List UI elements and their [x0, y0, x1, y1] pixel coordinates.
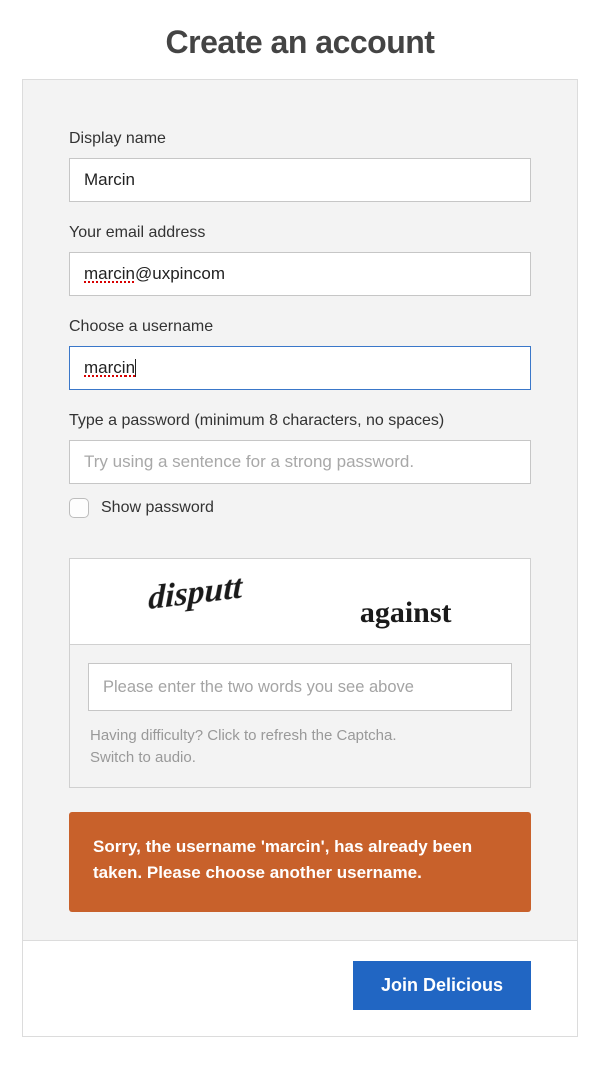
- captcha-word-1: disputt: [148, 568, 242, 618]
- captcha-input-wrap: [70, 645, 530, 711]
- captcha-help: Having difficulty? Click to refresh the …: [70, 711, 530, 787]
- email-input[interactable]: marcin@uxpincom: [69, 252, 531, 296]
- display-name-label: Display name: [69, 130, 531, 148]
- email-value: marcin@uxpincom: [84, 253, 516, 295]
- display-name-value: Marcin: [84, 170, 135, 190]
- join-button[interactable]: Join Delicious: [353, 961, 531, 1010]
- captcha-audio-link[interactable]: Switch to audio.: [90, 749, 196, 766]
- captcha-word-2: against: [360, 596, 452, 630]
- form-body: Display name Marcin Your email address m…: [23, 80, 577, 940]
- username-group: Choose a username marcin: [69, 318, 531, 390]
- username-value-p2: n: [126, 358, 135, 378]
- display-name-group: Display name Marcin: [69, 130, 531, 202]
- show-password-row: Show password: [69, 498, 531, 518]
- email-value-p2: @uxpincom: [135, 264, 225, 284]
- email-group: Your email address marcin@uxpincom: [69, 224, 531, 296]
- email-value-p1: marcin: [84, 264, 135, 284]
- form-footer: Join Delicious: [23, 940, 577, 1036]
- password-group: Type a password (minimum 8 characters, n…: [69, 412, 531, 518]
- username-input[interactable]: marcin: [69, 346, 531, 390]
- show-password-label: Show password: [101, 499, 214, 517]
- captcha-image: disputt against: [70, 559, 530, 645]
- page-title: Create an account: [0, 0, 600, 79]
- username-label: Choose a username: [69, 318, 531, 336]
- username-value: marcin: [84, 347, 516, 389]
- captcha-input[interactable]: [88, 663, 512, 711]
- username-value-p1: marci: [84, 358, 126, 378]
- text-cursor: [135, 359, 136, 377]
- captcha-section: disputt against Having difficulty? Click…: [69, 558, 531, 788]
- error-message: Sorry, the username 'marcin', has alread…: [69, 812, 531, 913]
- show-password-checkbox[interactable]: [69, 498, 89, 518]
- password-label: Type a password (minimum 8 characters, n…: [69, 412, 531, 430]
- password-placeholder: Try using a sentence for a strong passwo…: [84, 452, 414, 472]
- display-name-input[interactable]: Marcin: [69, 158, 531, 202]
- password-input[interactable]: Try using a sentence for a strong passwo…: [69, 440, 531, 484]
- signup-form: Display name Marcin Your email address m…: [22, 79, 578, 1037]
- captcha-refresh-link[interactable]: Having difficulty? Click to refresh the …: [90, 727, 397, 744]
- email-label: Your email address: [69, 224, 531, 242]
